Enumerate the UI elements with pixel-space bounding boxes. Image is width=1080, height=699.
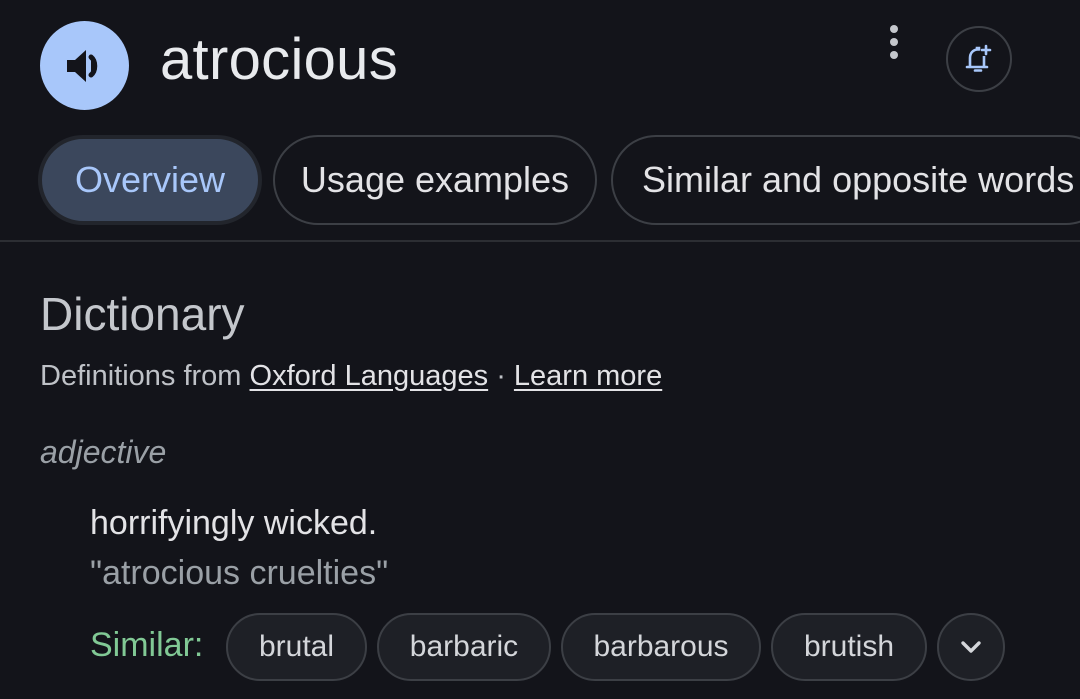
tab-bar: Overview Usage examples Similar and oppo…: [38, 135, 1080, 225]
oxford-languages-link[interactable]: Oxford Languages: [250, 360, 489, 392]
volume-icon: [66, 49, 97, 82]
learn-more-link[interactable]: Learn more: [514, 360, 662, 392]
part-of-speech: adjective: [40, 434, 167, 470]
section-heading: Dictionary: [40, 288, 245, 340]
word-title: atrocious: [160, 27, 399, 92]
dictionary-page: atrocious Overview Usage examples Simila…: [0, 0, 1080, 699]
similar-label: Similar:: [90, 626, 204, 664]
similar-chip-barbarous[interactable]: barbarous: [561, 613, 761, 681]
tab-divider: [0, 240, 1080, 242]
bell-add-button[interactable]: [946, 26, 1012, 92]
similar-chip-barbaric[interactable]: barbaric: [377, 613, 551, 681]
chevron-down-icon: [961, 641, 981, 653]
tab-similar-opposite[interactable]: Similar and opposite words: [611, 135, 1080, 225]
tab-overview[interactable]: Overview: [38, 135, 262, 225]
source-prefix: Definitions from: [40, 360, 250, 392]
more-vertical-icon: [890, 25, 898, 59]
source-line: Definitions from Oxford Languages · Lear…: [40, 358, 662, 394]
pronounce-button[interactable]: [40, 21, 129, 110]
source-separator: ·: [488, 360, 514, 392]
definition-text: horrifyingly wicked.: [90, 504, 378, 542]
tab-usage-examples[interactable]: Usage examples: [273, 135, 597, 225]
similar-chip-brutal[interactable]: brutal: [226, 613, 367, 681]
expand-similar-button[interactable]: [937, 613, 1005, 681]
more-options-button[interactable]: [872, 20, 916, 64]
example-text: "atrocious cruelties": [90, 554, 389, 592]
bell-add-icon: [965, 44, 992, 72]
similar-chip-brutish[interactable]: brutish: [771, 613, 927, 681]
